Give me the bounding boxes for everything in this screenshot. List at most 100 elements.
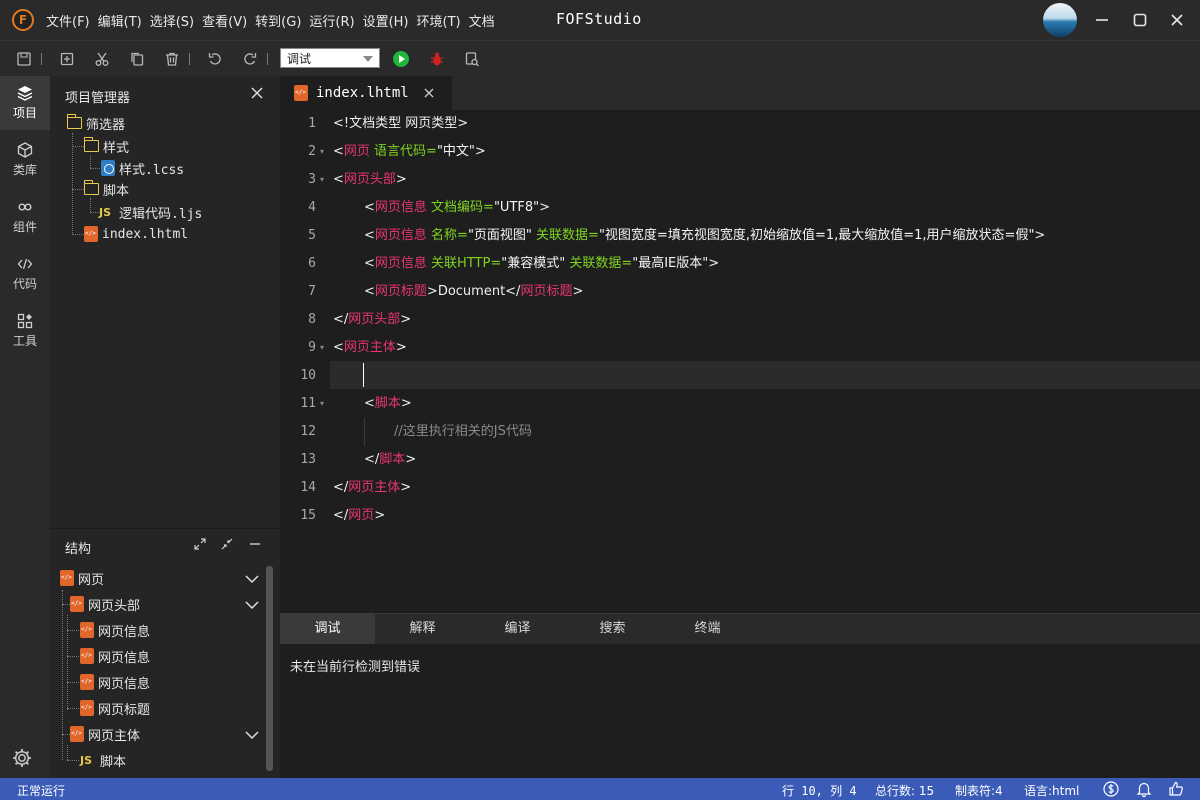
menu-run[interactable]: 运行(R) bbox=[309, 11, 354, 30]
link-icon bbox=[18, 203, 32, 211]
activity-components[interactable]: 组件 bbox=[0, 190, 50, 244]
code-line-12: //这里执行相关的JS代码 bbox=[394, 424, 532, 439]
delete-button[interactable] bbox=[163, 50, 181, 68]
code-line-8: </网页头部> bbox=[333, 312, 412, 327]
run-icon bbox=[393, 51, 409, 67]
activity-project[interactable]: 项目 bbox=[0, 76, 50, 130]
minimize-button[interactable] bbox=[1090, 8, 1114, 32]
activity-tools[interactable]: 工具 bbox=[0, 304, 50, 358]
tab-search[interactable]: 搜索 bbox=[565, 614, 660, 644]
structure-node-body[interactable]: 网页主体 bbox=[70, 723, 140, 745]
close-icon[interactable] bbox=[423, 87, 435, 99]
redo-button[interactable] bbox=[241, 50, 259, 68]
search-file-button[interactable] bbox=[463, 50, 481, 68]
status-tab-size[interactable]: 制表符:4 bbox=[955, 782, 1003, 799]
status-language[interactable]: 语言:html bbox=[1024, 782, 1079, 799]
copy-icon bbox=[131, 52, 144, 66]
minimize-icon[interactable] bbox=[248, 537, 262, 551]
save-button[interactable] bbox=[15, 50, 33, 68]
tree-guide bbox=[62, 604, 70, 605]
chevron-down-icon[interactable] bbox=[245, 598, 259, 612]
new-file-button[interactable] bbox=[58, 50, 76, 68]
tree-item-scripts-folder[interactable]: 脚本 bbox=[83, 178, 129, 200]
project-panel: 项目管理器 筛选器 样式 样式.lcss 脚本 JS 逻辑代码.ljs inde… bbox=[50, 76, 280, 528]
code-line-4: <网页信息 文档编码="UTF8"> bbox=[364, 200, 551, 215]
text-cursor bbox=[363, 363, 364, 387]
bottom-panel-content: 未在当前行检测到错误 bbox=[280, 644, 1200, 778]
tools-icon bbox=[17, 313, 33, 329]
structure-node-meta[interactable]: 网页信息 bbox=[80, 619, 150, 641]
bell-icon[interactable] bbox=[1136, 781, 1152, 797]
tab-compile[interactable]: 编译 bbox=[470, 614, 565, 644]
close-icon[interactable] bbox=[250, 86, 264, 100]
fold-chevron-icon[interactable]: ▾ bbox=[320, 166, 324, 194]
code-editor[interactable]: 1 2 3 4 5 6 7 8 9 10 11 12 13 14 15 ▾ ▾ … bbox=[280, 110, 1200, 613]
tab-terminal[interactable]: 终端 bbox=[660, 614, 755, 644]
user-avatar[interactable] bbox=[1043, 3, 1077, 37]
menu-goto[interactable]: 转到(G) bbox=[255, 11, 301, 30]
fold-chevron-icon[interactable]: ▾ bbox=[320, 390, 324, 418]
structure-node-head[interactable]: 网页头部 bbox=[70, 593, 140, 615]
cut-icon bbox=[95, 52, 109, 66]
tab-debug[interactable]: 调试 bbox=[280, 614, 375, 644]
tree-item-label: index.lhtml bbox=[102, 226, 189, 242]
html-tag-icon bbox=[70, 726, 84, 742]
gear-icon[interactable] bbox=[11, 747, 33, 769]
menu-select[interactable]: 选择(S) bbox=[150, 11, 194, 30]
menu-edit[interactable]: 编辑(T) bbox=[98, 11, 142, 30]
menu-docs[interactable]: 文档 bbox=[469, 11, 495, 30]
tree-item-scripts-file[interactable]: JS 逻辑代码.ljs bbox=[99, 201, 202, 223]
menu-settings[interactable]: 设置(H) bbox=[363, 11, 409, 30]
undo-button[interactable] bbox=[206, 50, 224, 68]
debug-icon bbox=[431, 52, 443, 66]
structure-node-meta[interactable]: 网页信息 bbox=[80, 645, 150, 667]
activity-code[interactable]: 代码 bbox=[0, 247, 50, 301]
scrollbar[interactable] bbox=[266, 566, 273, 771]
line-number: 2 bbox=[308, 144, 316, 159]
fold-chevron-icon[interactable]: ▾ bbox=[320, 334, 324, 362]
close-window-button[interactable] bbox=[1165, 8, 1189, 32]
maximize-button[interactable] bbox=[1128, 8, 1152, 32]
chevron-down-icon[interactable] bbox=[245, 728, 259, 742]
mode-select[interactable]: 调试 bbox=[280, 48, 380, 68]
tree-item-filter[interactable]: 筛选器 bbox=[66, 112, 125, 134]
menu-file[interactable]: 文件(F) bbox=[46, 11, 90, 30]
chevron-down-icon[interactable] bbox=[245, 572, 259, 586]
structure-node-script[interactable]: JS 脚本 bbox=[80, 749, 126, 771]
expand-icon[interactable] bbox=[193, 537, 207, 551]
menu-view[interactable]: 查看(V) bbox=[202, 11, 247, 30]
line-number: 12 bbox=[300, 424, 316, 439]
structure-node-root[interactable]: 网页 bbox=[60, 567, 104, 589]
tab-interpret[interactable]: 解释 bbox=[375, 614, 470, 644]
structure-node-meta[interactable]: 网页信息 bbox=[80, 671, 150, 693]
tree-guide bbox=[67, 708, 79, 709]
tree-guide bbox=[67, 760, 79, 761]
tree-item-index-file[interactable]: index.lhtml bbox=[84, 223, 188, 245]
collapse-icon[interactable] bbox=[220, 537, 234, 551]
status-cursor-position[interactable]: 行 10, 列 4 bbox=[782, 782, 857, 799]
dollar-icon[interactable] bbox=[1103, 781, 1119, 797]
tab-index-lhtml[interactable]: index.lhtml bbox=[280, 76, 452, 110]
code-line-6: <网页信息 关联HTTP="兼容模式" 关联数据="最高IE版本"> bbox=[364, 256, 720, 271]
search-file-icon bbox=[465, 52, 479, 67]
fold-chevron-icon[interactable]: ▾ bbox=[320, 138, 324, 166]
current-line-highlight bbox=[330, 361, 1200, 389]
menu-environment[interactable]: 环境(T) bbox=[417, 11, 461, 30]
structure-node-label: 网页 bbox=[78, 572, 105, 588]
tree-guide bbox=[72, 133, 73, 235]
tree-item-styles-folder[interactable]: 样式 bbox=[83, 135, 129, 157]
tree-item-styles-file[interactable]: 样式.lcss bbox=[101, 157, 184, 179]
html-tag-icon bbox=[70, 596, 84, 612]
debug-button[interactable] bbox=[428, 50, 446, 68]
tree-guide bbox=[90, 198, 91, 212]
toolbar: 调试 bbox=[0, 40, 1200, 76]
line-number: 11 bbox=[300, 396, 316, 411]
structure-node-title[interactable]: 网页标题 bbox=[80, 697, 150, 719]
run-button[interactable] bbox=[392, 50, 410, 68]
thumbs-up-icon[interactable] bbox=[1168, 781, 1184, 797]
folder-icon bbox=[83, 180, 99, 195]
activity-library[interactable]: 类库 bbox=[0, 133, 50, 187]
cut-button[interactable] bbox=[93, 50, 111, 68]
copy-button[interactable] bbox=[128, 50, 146, 68]
html-tag-icon bbox=[80, 674, 94, 690]
